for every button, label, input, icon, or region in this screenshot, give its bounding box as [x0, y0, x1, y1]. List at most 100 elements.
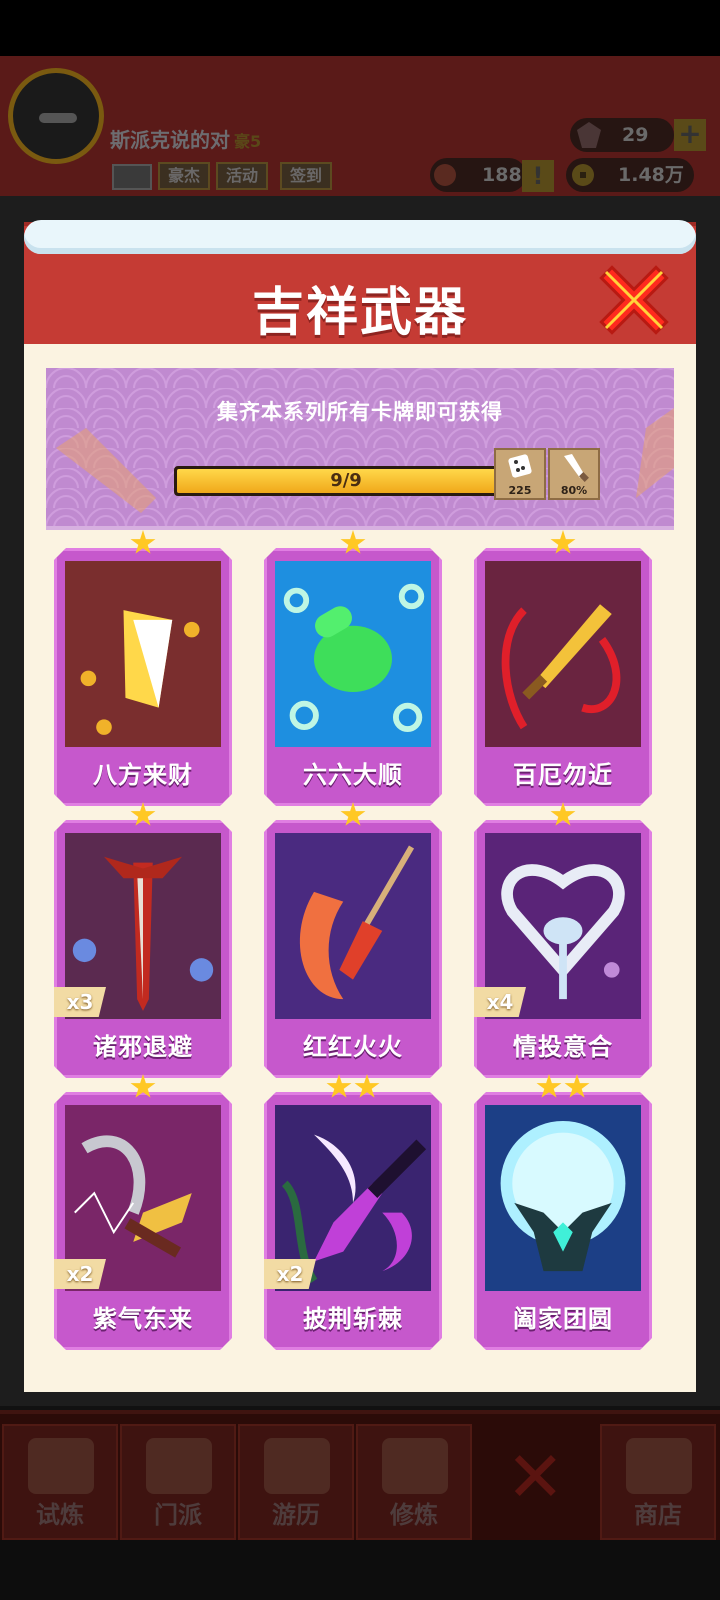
card-frame: x4 情投意合 — [474, 820, 652, 1078]
collection-progress-bar: 9/9 — [174, 466, 518, 496]
dice-icon — [508, 454, 532, 478]
card-art — [485, 1105, 641, 1291]
coin-counter: 1.48万 — [566, 158, 694, 192]
star-icon — [130, 530, 156, 554]
star-icon — [340, 802, 366, 826]
card-count-badge: x2 — [264, 1259, 316, 1289]
dialog-body: 集齐本系列所有卡牌即可获得 9/9 225 80% 八方来财 六六大顺 百厄勿近… — [24, 344, 696, 1392]
card-art — [65, 561, 221, 747]
reward-dice[interactable]: 225 — [494, 448, 546, 500]
tag-haojie[interactable]: 豪杰 — [158, 162, 211, 190]
card-name: 红红火火 — [303, 1033, 403, 1061]
star-icon — [564, 1074, 590, 1098]
nav-shop[interactable]: 商店 — [600, 1424, 716, 1540]
alert-button[interactable]: ! — [522, 160, 554, 192]
card-count-badge: x3 — [54, 987, 106, 1017]
token-counter: 1884 — [430, 158, 535, 192]
dialog-title: 吉祥武器 — [251, 283, 468, 343]
coin-icon — [572, 164, 594, 186]
token-icon — [434, 164, 456, 186]
star-icon — [550, 802, 576, 826]
card-frame: x2 紫气东来 — [54, 1092, 232, 1350]
player-avatar[interactable] — [8, 68, 104, 164]
star-icon — [340, 530, 366, 554]
card-name: 披荆斩棘 — [303, 1305, 403, 1333]
weapon-card[interactable]: 八方来财 — [54, 530, 232, 810]
star-icon — [130, 1074, 156, 1098]
card-frame: x3 诸邪退避 — [54, 820, 232, 1078]
card-name: 诸邪退避 — [93, 1033, 193, 1061]
reward-dice-value: 225 — [508, 484, 532, 497]
moon-antler-icon — [485, 1105, 641, 1291]
card-stars — [474, 530, 652, 560]
banner-text: 集齐本系列所有卡牌即可获得 — [217, 400, 503, 424]
weapon-card[interactable]: x4 情投意合 — [474, 802, 652, 1082]
card-stars — [54, 802, 232, 832]
weapon-card[interactable]: x2 披荆斩棘 — [264, 1074, 442, 1354]
gold-axe-icon — [65, 561, 221, 747]
card-frame: 六六大顺 — [264, 548, 442, 806]
mail-icon[interactable] — [112, 164, 152, 190]
dialog-header: 吉祥武器 — [24, 220, 696, 352]
card-name: 紫气东来 — [93, 1305, 193, 1333]
card-frame: 百厄勿近 — [474, 548, 652, 806]
card-stars — [54, 1074, 232, 1104]
weapon-card[interactable]: 红红火火 — [264, 802, 442, 1082]
card-stars — [264, 530, 442, 560]
tag-checkin[interactable]: 签到 — [280, 162, 333, 190]
card-name: 阖家团圆 — [513, 1305, 613, 1333]
nav-sect[interactable]: 门派 — [120, 1424, 236, 1540]
gem-icon — [577, 122, 601, 148]
card-name: 情投意合 — [513, 1033, 613, 1061]
nav-cultivate[interactable]: 修炼 — [356, 1424, 472, 1540]
card-stars — [264, 1074, 442, 1104]
star-icon — [550, 530, 576, 554]
snow-decoration — [24, 220, 696, 254]
system-nav-bar — [0, 1540, 720, 1600]
player-name: 斯派克说的对 豪5 — [110, 128, 262, 152]
weapon-card[interactable]: 六六大顺 — [264, 530, 442, 810]
add-gems-button[interactable]: + — [674, 119, 706, 151]
card-name: 八方来财 — [93, 761, 193, 789]
nav-close-icon[interactable]: ✕ — [506, 1442, 565, 1512]
card-count-badge: x4 — [474, 987, 526, 1017]
green-hand-icon — [275, 561, 431, 747]
reward-knife-value: 80% — [560, 484, 588, 497]
card-art — [485, 561, 641, 747]
card-frame: 八方来财 — [54, 548, 232, 806]
nav-travel[interactable]: 游历 — [238, 1424, 354, 1540]
weapon-collection-dialog: 吉祥武器 集齐本系列所有卡牌即可获得 9/9 225 80% 八方来财 六六大顺… — [24, 214, 696, 1392]
weapon-card[interactable]: x2 紫气东来 — [54, 1074, 232, 1354]
card-stars — [54, 530, 232, 560]
close-button[interactable] — [598, 264, 670, 336]
fire-spear-icon — [275, 833, 431, 1019]
card-frame: 阖家团圆 — [474, 1092, 652, 1350]
card-art — [275, 561, 431, 747]
bottom-nav: 试炼 门派 游历 修炼 ✕ 商店 — [0, 1410, 720, 1540]
knife-icon — [564, 454, 589, 482]
card-count-badge: x2 — [54, 1259, 106, 1289]
status-bar — [0, 0, 720, 56]
card-stars — [474, 802, 652, 832]
card-frame: 红红火火 — [264, 820, 442, 1078]
star-icon — [354, 1074, 380, 1098]
progress-text: 9/9 — [330, 470, 362, 491]
star-icon — [326, 1074, 352, 1098]
card-art — [275, 833, 431, 1019]
card-name: 六六大顺 — [303, 761, 403, 789]
nav-trial[interactable]: 试炼 — [2, 1424, 118, 1540]
weapon-card[interactable]: 百厄勿近 — [474, 530, 652, 810]
weapon-card[interactable]: 阖家团圆 — [474, 1074, 652, 1354]
weapon-card[interactable]: x3 诸邪退避 — [54, 802, 232, 1082]
player-level: 豪5 — [234, 132, 262, 151]
card-name: 百厄勿近 — [513, 761, 613, 789]
star-icon — [130, 802, 156, 826]
card-stars — [264, 802, 442, 832]
card-frame: x2 披荆斩棘 — [264, 1092, 442, 1350]
close-icon — [599, 265, 669, 335]
gem-counter: 29 — [570, 118, 674, 152]
tag-activity[interactable]: 活动 — [216, 162, 269, 190]
reward-knife[interactable]: 80% — [548, 448, 600, 500]
collection-banner: 集齐本系列所有卡牌即可获得 9/9 225 80% — [46, 368, 674, 530]
star-icon — [536, 1074, 562, 1098]
